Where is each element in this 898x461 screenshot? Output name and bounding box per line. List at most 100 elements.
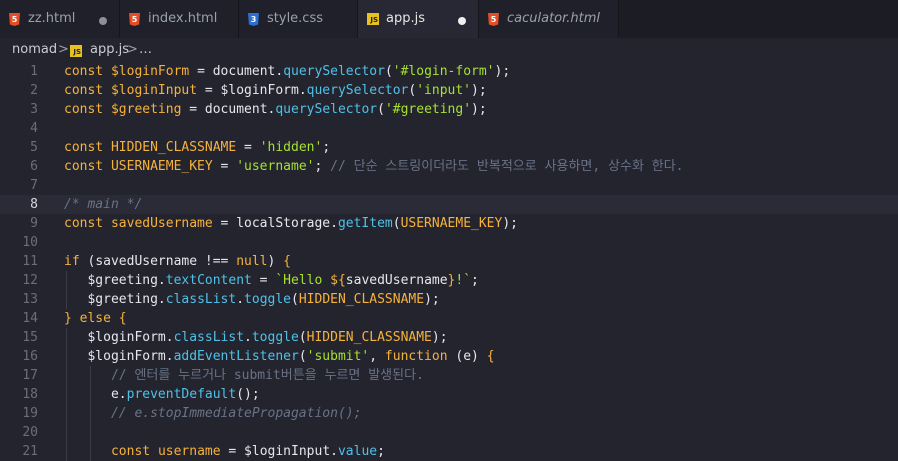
code-token: ); <box>494 64 511 79</box>
code-text: const USERNAEME_KEY = 'username'; // 단순 … <box>64 157 684 176</box>
line-number: 19 <box>22 406 38 421</box>
code-line[interactable]: 15 $loginForm.classList.toggle(HIDDEN_CL… <box>0 328 898 347</box>
line-number: 20 <box>22 425 38 440</box>
code-text: $greeting.textContent = `Hello ${savedUs… <box>64 271 478 290</box>
code-token: . <box>236 292 245 307</box>
code-line[interactable]: 16 $loginForm.addEventListener('submit',… <box>0 347 898 366</box>
line-number: 12 <box>22 273 38 288</box>
code-token: $loginForm. <box>87 330 174 345</box>
code-line[interactable]: 19 // e.stopImmediatePropagation(); <box>0 404 898 423</box>
tab-label: index.html <box>148 11 218 26</box>
code-token: else <box>71 311 119 326</box>
code-token: const <box>110 444 158 459</box>
code-token: ${ <box>330 273 346 288</box>
code-token: ( <box>298 330 307 345</box>
code-text: $loginForm.classList.toggle(HIDDEN_CLASS… <box>64 328 447 347</box>
code-token: addEventListener <box>173 349 299 364</box>
code-line[interactable]: 10 <box>0 233 898 252</box>
code-token: !` <box>455 273 472 288</box>
code-token: ; <box>314 159 331 174</box>
js-icon: JS <box>367 13 379 25</box>
code-line[interactable]: 1 const $loginForm = document.querySelect… <box>0 62 898 81</box>
line-number: 15 <box>22 330 38 345</box>
tab-label: zz.html <box>28 11 76 26</box>
tab-index-html[interactable]: 5 index.html <box>120 0 239 38</box>
line-number: 1 <box>30 64 38 79</box>
code-token: const <box>64 83 111 98</box>
code-line[interactable]: 5 const HIDDEN_CLASSNAME = 'hidden'; <box>0 138 898 157</box>
tab-zz-html[interactable]: 5 zz.html <box>0 0 120 38</box>
code-line[interactable]: 4 <box>0 119 898 138</box>
code-token: querySelector <box>283 64 385 79</box>
tab-caculator-html[interactable]: 5 caculator.html <box>479 0 619 38</box>
unsaved-dot-icon[interactable] <box>99 17 107 25</box>
code-token: { <box>118 311 127 326</box>
code-token: // 단순 스트링이더라도 반복적으로 사용하면, 상수화 한다. <box>330 159 684 174</box>
code-token: function <box>384 349 456 364</box>
indent-guide <box>66 328 67 461</box>
code-text: const $loginInput = $loginForm.querySele… <box>64 81 487 100</box>
code-token: ); <box>424 292 440 307</box>
code-token: const <box>64 102 111 117</box>
code-token: savedUsername <box>345 273 448 288</box>
tab-label: caculator.html <box>507 11 601 26</box>
breadcrumb-folder[interactable]: nomad <box>12 42 57 57</box>
code-line[interactable]: 9 const savedUsername = localStorage.getI… <box>0 214 898 233</box>
html5-icon: 5 <box>129 13 140 26</box>
code-token: localStorage. <box>236 216 338 231</box>
code-line[interactable]: 2 const $loginInput = $loginForm.querySel… <box>0 81 898 100</box>
code-line[interactable]: 18 e.preventDefault(); <box>0 385 898 404</box>
code-token: ( <box>384 64 393 79</box>
tab-app-js[interactable]: JS app.js <box>358 0 479 38</box>
code-token: = <box>212 159 237 174</box>
code-line[interactable]: 11 if (savedUsername !== null) { <box>0 252 898 271</box>
breadcrumb-file[interactable]: app.js <box>90 42 129 57</box>
tab-label: style.css <box>267 11 323 26</box>
code-token: e <box>463 349 472 364</box>
code-line[interactable]: 21 const username = $loginInput.value; <box>0 442 898 461</box>
code-line[interactable]: 17 // 엔터를 누르거나 submit버튼을 누르면 발생된다. <box>0 366 898 385</box>
code-line[interactable]: 3 const $greeting = document.querySelecto… <box>0 100 898 119</box>
html5-icon: 5 <box>9 13 20 26</box>
code-token: null <box>236 254 268 269</box>
code-line[interactable]: 14} else { <box>0 309 898 328</box>
code-token: . <box>244 330 252 345</box>
line-number: 14 <box>22 311 38 326</box>
code-text: const $loginForm = document.querySelecto… <box>64 62 510 81</box>
tab-label: app.js <box>386 11 425 26</box>
code-line[interactable]: 7 <box>0 176 898 195</box>
code-line[interactable]: 8 /* main */ <box>0 195 898 214</box>
code-token: 'hidden' <box>259 140 323 155</box>
code-text: if (savedUsername !== null) { <box>64 252 291 271</box>
code-token: username <box>157 444 221 459</box>
code-token: $greeting <box>110 102 182 117</box>
code-token: HIDDEN_CLASSNAME <box>110 140 237 155</box>
code-line[interactable]: 20 <box>0 423 898 442</box>
code-line[interactable]: 6 const USERNAEME_KEY = 'username'; // 단순… <box>0 157 898 176</box>
line-number: 3 <box>30 102 38 117</box>
unsaved-dot-icon[interactable] <box>458 17 466 25</box>
line-number: 17 <box>22 368 38 383</box>
code-line[interactable]: 13 $greeting.classList.toggle(HIDDEN_CLA… <box>0 290 898 309</box>
breadcrumb-more[interactable]: … <box>139 42 152 57</box>
code-text: // e.stopImmediatePropagation(); <box>64 404 361 423</box>
code-token: $loginForm <box>110 64 190 79</box>
code-text: $greeting.classList.toggle(HIDDEN_CLASSN… <box>64 290 440 309</box>
code-text: e.preventDefault(); <box>64 385 260 404</box>
code-token: = <box>236 140 260 155</box>
code-text: /* main */ <box>64 195 142 214</box>
line-number: 4 <box>30 121 38 136</box>
code-token: ) <box>471 349 487 364</box>
tab-bar: 5 zz.html 5 index.html 3 style.css JS app.js 5 ca… <box>0 0 898 38</box>
line-number: 5 <box>30 140 38 155</box>
code-token: ( <box>291 292 299 307</box>
code-editor[interactable]: 1 const $loginForm = document.querySelect… <box>0 62 898 461</box>
tab-style-css[interactable]: 3 style.css <box>239 0 358 38</box>
line-number: 9 <box>30 216 38 231</box>
code-line[interactable]: 12 $greeting.textContent = `Hello ${save… <box>0 271 898 290</box>
